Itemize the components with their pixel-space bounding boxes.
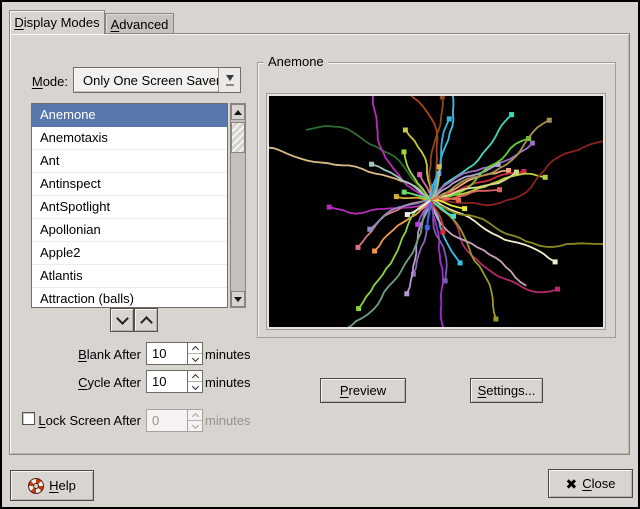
spin-up-button: [188, 410, 202, 421]
saver-list[interactable]: AnemoneAnemotaxisAntAntinspectAntSpotlig…: [31, 103, 228, 308]
next-saver-button[interactable]: [110, 308, 134, 332]
preview-button-label: Preview: [340, 383, 386, 398]
list-item[interactable]: Anemone: [32, 104, 227, 127]
blank-after-value[interactable]: 10: [147, 343, 187, 364]
scroll-up-button[interactable]: [231, 104, 245, 120]
lock-screen-checkbox[interactable]: [22, 412, 35, 425]
mode-label: Mode:: [20, 74, 68, 89]
settings-button-label: Settings...: [478, 383, 536, 398]
list-item[interactable]: Apple2: [32, 242, 227, 265]
blank-after-unit: minutes: [205, 347, 251, 362]
close-button[interactable]: ✖ Close: [548, 469, 633, 498]
lock-after-unit: minutes: [205, 413, 251, 428]
chevron-up-icon: [191, 373, 198, 380]
tab-label: Display Modes: [14, 15, 99, 30]
preview-frame-title: Anemone: [264, 54, 328, 69]
blank-after-spinner[interactable]: 10: [146, 342, 203, 365]
list-item[interactable]: Antinspect: [32, 173, 227, 196]
cycle-after-unit: minutes: [205, 375, 251, 390]
help-button[interactable]: Help: [10, 470, 94, 501]
tab-label: Advanced: [111, 17, 169, 32]
list-item[interactable]: AntSpotlight: [32, 196, 227, 219]
cycle-after-value[interactable]: 10: [147, 371, 187, 392]
lock-after-spinner: 0: [146, 409, 203, 432]
chevron-down-icon: [218, 68, 240, 92]
spin-up-button[interactable]: [188, 343, 202, 354]
spin-down-button[interactable]: [188, 382, 202, 392]
chevron-up-icon: [140, 316, 153, 329]
scrollbar-thumb[interactable]: [231, 122, 245, 153]
close-button-label: Close: [582, 476, 615, 491]
lock-screen-label: Lock Screen After: [38, 413, 141, 428]
list-item[interactable]: Attraction (balls): [32, 288, 227, 308]
lock-after-value: 0: [147, 410, 187, 431]
list-item[interactable]: Ant: [32, 150, 227, 173]
close-x-icon: ✖: [566, 477, 578, 491]
saver-list-scrollbar[interactable]: [230, 103, 246, 308]
tab-advanced[interactable]: Advanced: [105, 13, 174, 34]
triangle-up-icon: [234, 110, 242, 115]
lifebuoy-icon: [28, 478, 44, 494]
mode-select[interactable]: Only One Screen Saver: [73, 67, 241, 93]
preview-button[interactable]: Preview: [320, 378, 406, 403]
cycle-after-spinner[interactable]: 10: [146, 370, 203, 393]
blank-after-label: Blank After: [20, 347, 141, 362]
anemone-preview-image: [269, 96, 603, 327]
list-item[interactable]: Apollonian: [32, 219, 227, 242]
spin-down-button: [188, 421, 202, 431]
triangle-down-icon: [234, 297, 242, 302]
chevron-up-icon: [191, 412, 198, 419]
spin-up-button[interactable]: [188, 371, 202, 382]
chevron-down-icon: [191, 382, 198, 389]
list-item[interactable]: Atlantis: [32, 265, 227, 288]
spin-down-button[interactable]: [188, 354, 202, 364]
chevron-down-icon: [116, 312, 129, 325]
tab-display-modes[interactable]: Display Modes: [9, 10, 105, 34]
list-item[interactable]: Anemotaxis: [32, 127, 227, 150]
scroll-down-button[interactable]: [231, 291, 245, 307]
previous-saver-button[interactable]: [134, 308, 158, 332]
help-button-label: Help: [49, 478, 76, 493]
chevron-down-icon: [191, 421, 198, 428]
cycle-after-label: Cycle After: [20, 375, 141, 390]
chevron-up-icon: [191, 345, 198, 352]
xscreensaver-preferences-window: Display Modes Advanced Mode: Only One Sc…: [0, 0, 640, 509]
settings-button[interactable]: Settings...: [470, 378, 543, 403]
preview-frame: Anemone: [257, 62, 616, 338]
chevron-down-icon: [191, 354, 198, 361]
mode-selected-value: Only One Screen Saver: [74, 73, 218, 88]
saver-preview-screen: [267, 94, 605, 329]
